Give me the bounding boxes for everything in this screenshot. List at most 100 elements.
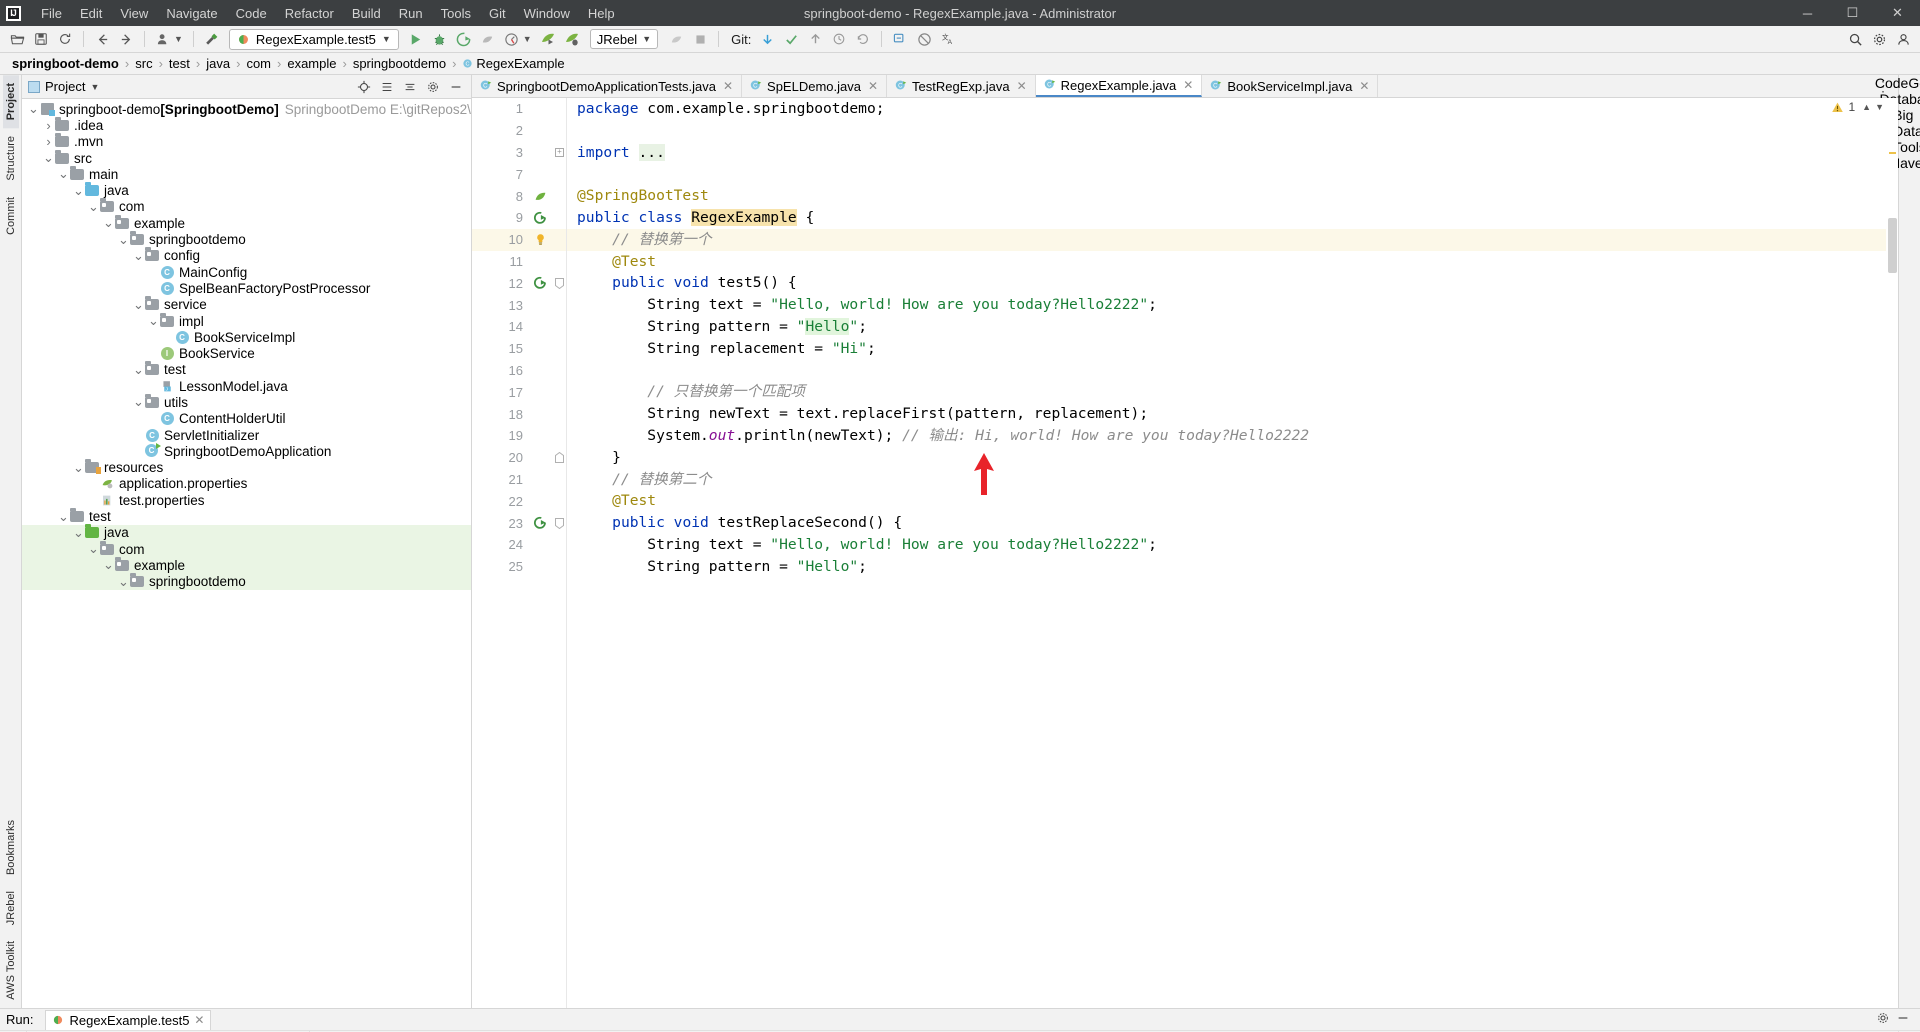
- chevron-down-icon[interactable]: ⌄: [88, 200, 99, 213]
- chevron-down-icon[interactable]: ⌄: [58, 510, 69, 523]
- menu-item-window[interactable]: Window: [515, 2, 579, 25]
- menu-bar[interactable]: File Edit View Navigate Code Refactor Build Run…: [32, 2, 624, 25]
- code-line[interactable]: String replacement = "Hi";: [577, 338, 1886, 360]
- menu-item-git[interactable]: Git: [480, 2, 515, 25]
- right-tool-rail[interactable]: CodeGeeX Database Big Data Tools Maven: [1875, 75, 1920, 1008]
- tree-node[interactable]: ⌄ config: [22, 247, 471, 264]
- minimize-button[interactable]: ─: [1785, 0, 1830, 26]
- chevron-down-icon[interactable]: ⌄: [103, 216, 114, 229]
- code-line[interactable]: String text = "Hello, world! How are you…: [577, 294, 1886, 316]
- menu-item-help[interactable]: Help: [579, 2, 624, 25]
- project-tree[interactable]: ⌄ springboot-demo [SpringbootDemo] Springb…: [22, 99, 471, 1008]
- tree-node[interactable]: I BookService: [22, 345, 471, 361]
- code-line[interactable]: String newText = text.replaceFirst(patte…: [577, 403, 1886, 425]
- chevron-down-icon[interactable]: ⌄: [28, 102, 39, 115]
- breadcrumb-item-springboot-demo[interactable]: springboot-demo: [8, 55, 123, 72]
- gutter-icons[interactable]: [527, 98, 553, 1008]
- forward-arrow-icon[interactable]: [115, 28, 137, 50]
- menu-item-refactor[interactable]: Refactor: [276, 2, 343, 25]
- menu-item-tools[interactable]: Tools: [432, 2, 480, 25]
- tree-node[interactable]: ⌄ test: [22, 508, 471, 524]
- close-tab-icon[interactable]: ✕: [1359, 79, 1369, 93]
- expand-all-icon[interactable]: [378, 78, 396, 96]
- editor-scrollbar[interactable]: [1886, 98, 1898, 1008]
- tree-node[interactable]: C SpringbootDemoApplication: [22, 443, 471, 459]
- chevron-right-icon[interactable]: ›: [43, 134, 54, 149]
- window-controls[interactable]: ─ ☐ ✕: [1785, 0, 1920, 26]
- tree-node[interactable]: test.properties: [22, 492, 471, 508]
- editor-tab-regexexample[interactable]: C RegexExample.java ✕: [1035, 75, 1203, 97]
- tree-node[interactable]: C BookServiceImpl: [22, 329, 471, 345]
- tree-node[interactable]: C ServletInitializer: [22, 427, 471, 443]
- search-everywhere-icon[interactable]: [1844, 28, 1866, 50]
- tree-node[interactable]: application.properties: [22, 476, 471, 492]
- jrebel-debug-icon[interactable]: [561, 28, 583, 50]
- profile-button[interactable]: [477, 28, 499, 50]
- code-line[interactable]: // 替换第二个: [577, 469, 1886, 491]
- run-test-gutter-icon[interactable]: [527, 512, 553, 534]
- git-history-icon[interactable]: [828, 28, 850, 50]
- tree-node[interactable]: ⌄ springbootdemo: [22, 231, 471, 247]
- user-account-icon[interactable]: [1892, 28, 1914, 50]
- save-all-icon[interactable]: [30, 28, 52, 50]
- tree-node[interactable]: C SpelBeanFactoryPostProcessor: [22, 280, 471, 296]
- sidebar-item-codegeex[interactable]: CodeGeeX: [1875, 75, 1920, 91]
- chevron-down-icon[interactable]: ⌄: [43, 151, 54, 164]
- code-line[interactable]: // 替换第一个: [567, 228, 1886, 251]
- back-arrow-icon[interactable]: [91, 28, 113, 50]
- menu-item-navigate[interactable]: Navigate: [157, 2, 226, 25]
- chevron-down-icon[interactable]: ⌄: [73, 184, 84, 197]
- code-line[interactable]: [577, 360, 1886, 382]
- close-tab-icon[interactable]: ✕: [1183, 78, 1193, 92]
- editor-tab-springbootdemoapplicationtests[interactable]: C SpringbootDemoApplicationTests.java ✕: [472, 75, 743, 97]
- breadcrumb-item-java[interactable]: java: [202, 55, 234, 72]
- sidebar-item-bookmarks[interactable]: Bookmarks: [3, 812, 19, 883]
- attach-profiler-icon[interactable]: [665, 28, 687, 50]
- tree-node[interactable]: C MainConfig: [22, 264, 471, 280]
- menu-item-view[interactable]: View: [111, 2, 157, 25]
- tree-node[interactable]: ⌄ impl: [22, 312, 471, 329]
- code-folding-column[interactable]: +: [553, 98, 567, 1008]
- tree-node[interactable]: ⌄ example: [22, 556, 471, 574]
- project-view-chevron-icon[interactable]: ▼: [90, 82, 99, 92]
- project-settings-gear-icon[interactable]: [424, 78, 442, 96]
- code-line[interactable]: package com.example.springbootdemo;: [577, 98, 1886, 120]
- run-test-gutter-icon[interactable]: [527, 272, 553, 294]
- code-line[interactable]: String pattern = "Hello";: [577, 556, 1886, 578]
- fold-expand-icon[interactable]: +: [553, 142, 566, 164]
- code-line[interactable]: public void test5() {: [577, 272, 1886, 294]
- tree-node[interactable]: ⌄ com: [22, 198, 471, 215]
- maximize-button[interactable]: ☐: [1830, 0, 1875, 26]
- tree-node[interactable]: ⌄ main: [22, 165, 471, 182]
- breadcrumb-item-com[interactable]: com: [242, 55, 275, 72]
- fold-end-icon[interactable]: [553, 447, 566, 469]
- run-config-chevron-icon[interactable]: ▼: [382, 34, 391, 44]
- menu-item-edit[interactable]: Edit: [71, 2, 111, 25]
- scrollbar-thumb[interactable]: [1888, 218, 1897, 273]
- tree-node[interactable]: ⌄ java: [22, 182, 471, 198]
- code-line[interactable]: [577, 163, 1886, 185]
- run-with-coverage-button[interactable]: [453, 28, 475, 50]
- spring-leaf-gutter-icon[interactable]: [527, 185, 553, 207]
- inspection-chevron-down-icon[interactable]: ▼: [1875, 102, 1884, 112]
- tree-node[interactable]: ⌄ example: [22, 214, 471, 231]
- tree-node[interactable]: ⌄ java: [22, 524, 471, 542]
- run-dashboard-icon[interactable]: [501, 28, 523, 50]
- tree-node[interactable]: › .idea: [22, 116, 471, 133]
- chevron-down-icon[interactable]: ⌄: [58, 167, 69, 180]
- settings-gear-icon[interactable]: [1868, 28, 1890, 50]
- editor-tab-testregexp[interactable]: C TestRegExp.java ✕: [887, 75, 1036, 97]
- menu-item-run[interactable]: Run: [390, 2, 432, 25]
- git-revert-icon[interactable]: [852, 28, 874, 50]
- sidebar-item-jrebel[interactable]: JRebel: [3, 883, 19, 933]
- main-toolbar[interactable]: ▼ RegexExample.test5 ▼ ▼ JRebel ▼ Git: 文…: [0, 26, 1920, 53]
- inspection-chevron-up-icon[interactable]: ▲: [1862, 102, 1871, 112]
- tree-node[interactable]: ⌄ utils: [22, 393, 471, 410]
- breadcrumb-item-example[interactable]: example: [283, 55, 340, 72]
- breadcrumb-item-test[interactable]: test: [165, 55, 194, 72]
- chevron-down-icon[interactable]: ⌄: [118, 575, 129, 588]
- breadcrumb-item-regexexample[interactable]: C RegexExample: [458, 55, 568, 72]
- code-line[interactable]: import ...: [577, 142, 1886, 164]
- run-button[interactable]: [405, 28, 427, 50]
- vcs-update-icon[interactable]: [152, 28, 174, 50]
